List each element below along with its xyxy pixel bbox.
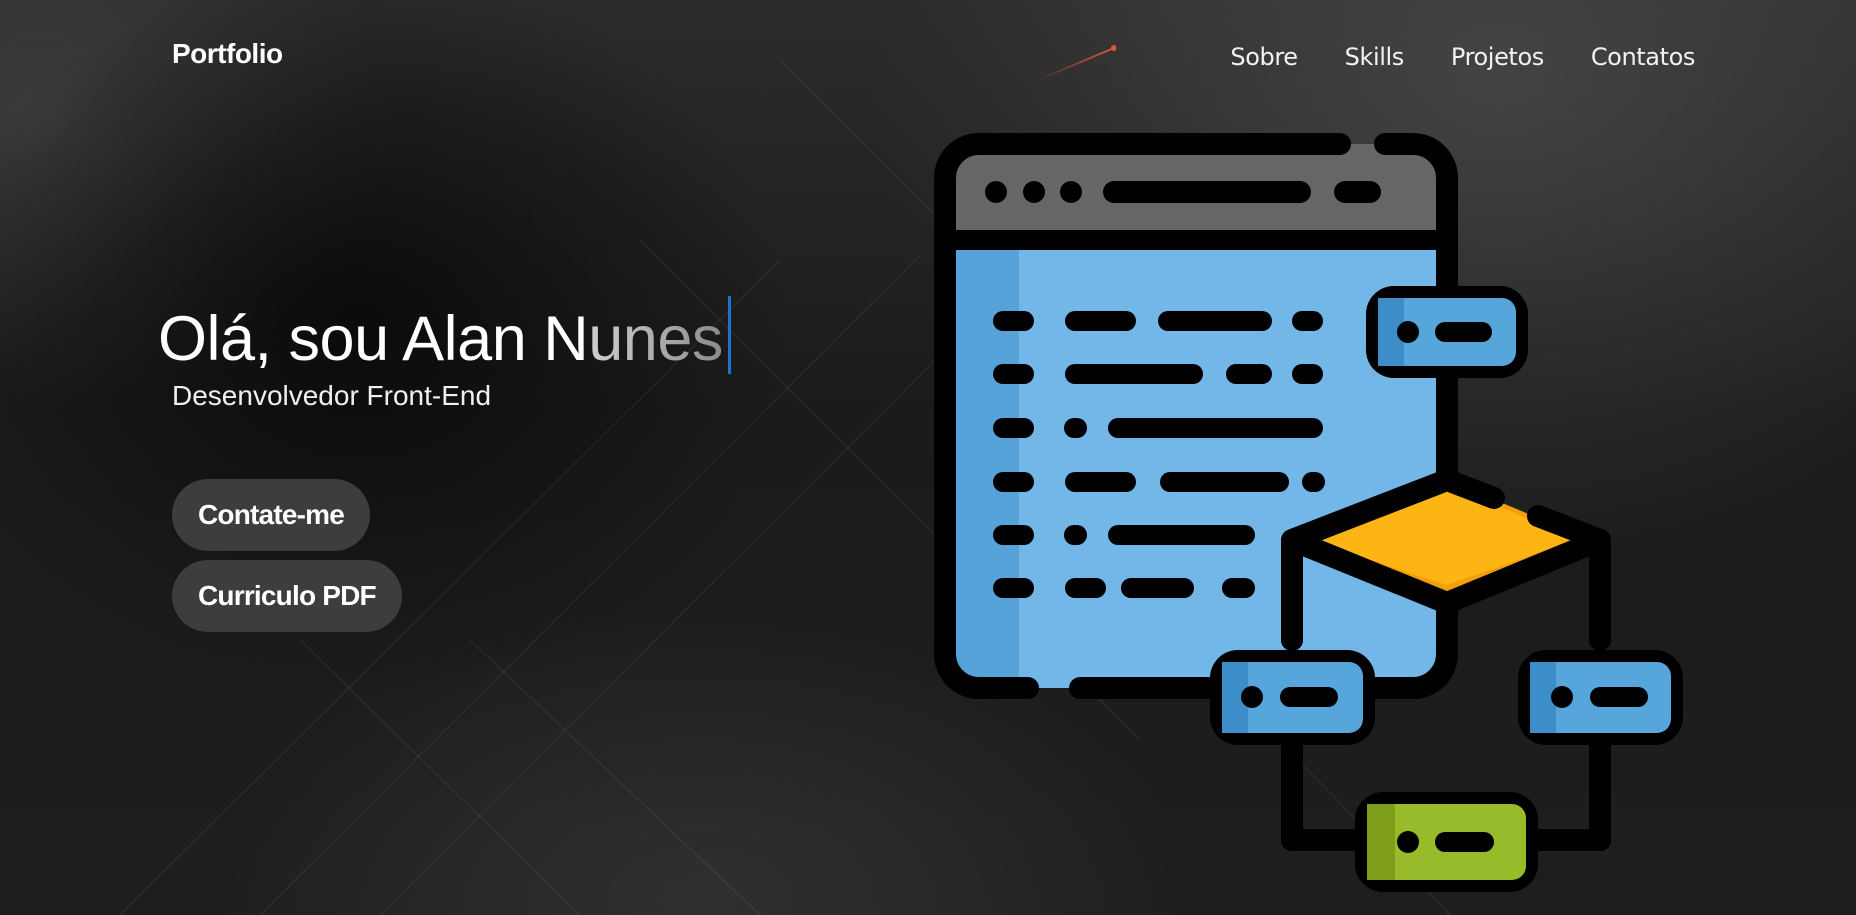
portfolio-logo[interactable]: Portfolio	[172, 38, 283, 70]
hero-title-typing-tail: unes	[588, 304, 723, 374]
nav-link-skills[interactable]: Skills	[1345, 43, 1405, 71]
flow-node-bottom	[1355, 792, 1538, 892]
typing-caret	[727, 296, 731, 374]
nav-link-projetos[interactable]: Projetos	[1451, 43, 1544, 71]
hero-subtitle: Desenvolvedor Front-End	[172, 380, 492, 411]
flow-node-left	[1210, 650, 1375, 745]
flow-node-top	[1366, 286, 1528, 378]
nav-link-sobre[interactable]: Sobre	[1230, 43, 1298, 71]
contact-button[interactable]: Contate-me	[172, 479, 371, 551]
flow-node-right	[1518, 650, 1683, 745]
hero-title: Olá, sou Alan Nunes	[158, 296, 731, 375]
main-navigation: Sobre Skills Projetos Contatos	[1230, 43, 1695, 71]
meteor-decoration	[1037, 45, 1116, 81]
web-development-flowchart-icon	[934, 133, 1683, 892]
hero-title-main: Olá, sou Alan N	[158, 304, 589, 374]
browser-window-graphic	[934, 133, 1458, 699]
nav-link-contatos[interactable]: Contatos	[1591, 43, 1696, 71]
curriculum-pdf-button[interactable]: Curriculo PDF	[172, 560, 402, 632]
